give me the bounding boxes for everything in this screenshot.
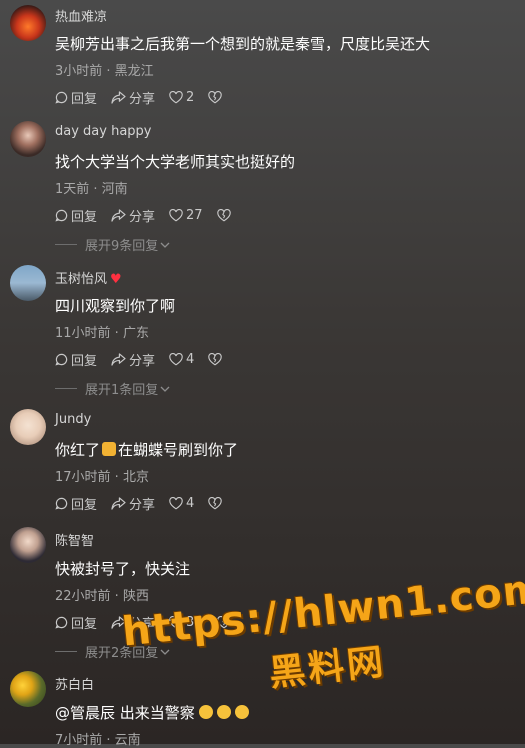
heart-icon bbox=[169, 91, 183, 104]
like-button[interactable]: 2 bbox=[169, 90, 194, 105]
comment-text: 找个大学当个大学老师其实也挺好的 bbox=[55, 153, 296, 171]
comment-text: 吴柳芳出事之后我第一个想到的就是秦雪，尺度比吴还大 bbox=[55, 35, 431, 53]
comment-author[interactable]: 陈智智 bbox=[55, 530, 94, 549]
watermark-site-name: 黑料网 bbox=[267, 641, 389, 695]
reply-icon bbox=[55, 497, 68, 510]
share-icon bbox=[111, 91, 126, 104]
share-button[interactable]: 分享 bbox=[111, 88, 155, 107]
like-button[interactable]: 4 bbox=[169, 352, 194, 367]
comment-actions: 回复 分享 2 bbox=[55, 88, 239, 107]
share-icon bbox=[111, 616, 126, 629]
reply-button[interactable]: 回复 bbox=[55, 88, 97, 107]
grin-emoji-icon bbox=[216, 705, 231, 719]
share-button[interactable]: 分享 bbox=[111, 206, 155, 225]
heart-icon bbox=[169, 616, 183, 629]
comment-meta: 1天前 · 河南 bbox=[55, 182, 128, 197]
grin-emoji-icon bbox=[198, 705, 213, 719]
comment-meta: 17小时前 · 北京 bbox=[55, 470, 149, 485]
comment-meta: 11小时前 · 广东 bbox=[55, 326, 149, 341]
heart-icon bbox=[169, 497, 183, 510]
comment-actions: 回复 分享 4 bbox=[55, 494, 239, 513]
comment-meta: 22小时前 · 陕西 bbox=[55, 589, 149, 604]
share-button[interactable]: 分享 bbox=[111, 350, 155, 369]
chevron-down-icon bbox=[160, 386, 170, 392]
dislike-button[interactable] bbox=[208, 91, 225, 104]
avatar[interactable] bbox=[10, 5, 46, 41]
grin-emoji-icon bbox=[234, 705, 249, 719]
share-icon bbox=[111, 209, 126, 222]
reply-button[interactable]: 回复 bbox=[55, 206, 97, 225]
heart-icon bbox=[169, 209, 183, 222]
reply-icon bbox=[55, 353, 68, 366]
comment-text: 快被封号了，快关注 bbox=[55, 560, 191, 578]
avatar[interactable] bbox=[10, 265, 46, 301]
broken-heart-icon bbox=[208, 353, 223, 366]
reply-button[interactable]: 回复 bbox=[55, 350, 97, 369]
comment-text: 四川观察到你了啊 bbox=[55, 297, 176, 315]
watermark-url: https://hlwn1.com bbox=[120, 565, 525, 656]
reply-button[interactable]: 回复 bbox=[55, 613, 97, 632]
comment-author[interactable]: 玉树怡风 ♥ bbox=[55, 268, 122, 287]
comment-author[interactable]: day day happy bbox=[55, 124, 152, 139]
avatar[interactable] bbox=[10, 527, 46, 563]
watermark: https://hlwn1.com 黑料网 bbox=[120, 565, 525, 719]
comment-actions: 回复 分享 4 bbox=[55, 350, 239, 369]
share-button[interactable]: 分享 bbox=[111, 613, 155, 632]
comment-meta: 3小时前 · 黑龙江 bbox=[55, 64, 154, 79]
like-button[interactable]: 27 bbox=[169, 208, 203, 223]
avatar[interactable] bbox=[10, 121, 46, 157]
broken-heart-icon bbox=[208, 497, 223, 510]
comment-author[interactable]: 苏白白 bbox=[55, 674, 94, 693]
comment-actions: 回复 分享 27 bbox=[55, 206, 248, 225]
expand-replies-button[interactable]: 展开9条回复 bbox=[55, 235, 170, 254]
comment-text: @管晨辰 出来当警察 bbox=[55, 702, 249, 723]
reply-icon bbox=[55, 616, 68, 629]
expand-replies-button[interactable]: 展开2条回复 bbox=[55, 642, 170, 661]
like-button[interactable]: 34 bbox=[169, 615, 203, 630]
heart-badge-icon: ♥ bbox=[110, 272, 122, 287]
comment-text: 你红了 在蝴蝶号刷到你了 bbox=[55, 441, 239, 459]
broken-heart-icon bbox=[216, 209, 231, 222]
dislike-button[interactable] bbox=[208, 497, 225, 510]
comment-author[interactable]: Jundy bbox=[55, 412, 91, 427]
share-icon bbox=[111, 497, 126, 510]
broken-heart-icon bbox=[208, 91, 223, 104]
avatar[interactable] bbox=[10, 671, 46, 707]
heart-icon bbox=[169, 353, 183, 366]
broken-heart-icon bbox=[216, 616, 231, 629]
dislike-button[interactable] bbox=[216, 209, 234, 222]
comment-meta: 7小时前 · 云南 bbox=[55, 733, 141, 748]
expand-replies-button[interactable]: 展开1条回复 bbox=[55, 379, 170, 398]
thumbs-up-icon bbox=[102, 442, 117, 456]
comment-actions: 回复 分享 34 bbox=[55, 613, 248, 632]
like-button[interactable]: 4 bbox=[169, 496, 194, 511]
reply-button[interactable]: 回复 bbox=[55, 494, 97, 513]
dislike-button[interactable] bbox=[216, 616, 234, 629]
chevron-down-icon bbox=[160, 649, 170, 655]
reply-icon bbox=[55, 91, 68, 104]
chevron-down-icon bbox=[160, 242, 170, 248]
share-icon bbox=[111, 353, 126, 366]
reply-icon bbox=[55, 209, 68, 222]
dislike-button[interactable] bbox=[208, 353, 225, 366]
share-button[interactable]: 分享 bbox=[111, 494, 155, 513]
comment-author[interactable]: 热血难凉 bbox=[55, 6, 107, 25]
avatar[interactable] bbox=[10, 409, 46, 445]
